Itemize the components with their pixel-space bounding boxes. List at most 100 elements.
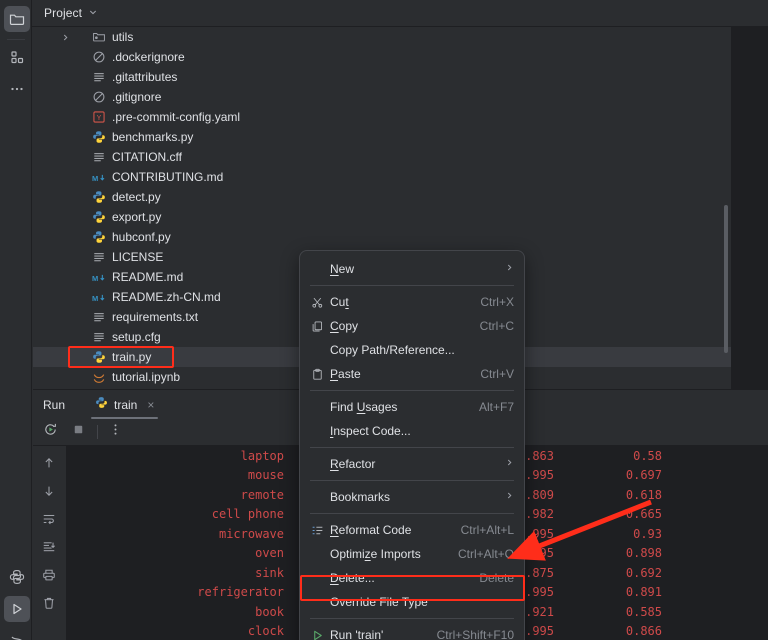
python-icon [9, 569, 25, 585]
tree-item-label: hubconf.py [112, 230, 171, 244]
menu-item-shortcut: Ctrl+Alt+L [460, 523, 514, 537]
tree-item--dockerignore[interactable]: .dockerignore [33, 47, 731, 67]
clipboard-icon [308, 365, 326, 383]
context-menu[interactable]: New Cut Ctrl+X Copy Ctrl+C Copy Path/Referenc… [299, 250, 525, 640]
chevron-down-icon[interactable] [88, 4, 98, 22]
menu-item-refactor[interactable]: Refactor [300, 452, 524, 476]
menu-item-reformat-code[interactable]: Reformat Code Ctrl+Alt+L [300, 518, 524, 542]
tree-item-label: .dockerignore [112, 50, 185, 64]
clear-all-button[interactable] [37, 592, 61, 618]
next-occurrence-button[interactable] [37, 480, 61, 506]
rail-item-project[interactable] [4, 6, 30, 32]
rerun-button[interactable] [39, 421, 61, 443]
previous-occurrence-button[interactable] [37, 452, 61, 478]
tree-item-hubconf-py[interactable]: hubconf.py [33, 227, 731, 247]
activity-rail [0, 0, 32, 640]
console-cell-name: refrigerator [197, 585, 284, 600]
menu-separator [310, 390, 514, 391]
menu-item-copy[interactable]: Copy Ctrl+C [300, 314, 524, 338]
stop-square-icon [71, 422, 86, 442]
python-file-icon [91, 349, 107, 365]
stop-button[interactable] [67, 421, 89, 443]
tree-item-utils[interactable]: utils [33, 27, 731, 47]
text-lines-icon [91, 249, 107, 265]
menu-item-bookmarks[interactable]: Bookmarks [300, 485, 524, 509]
tree-item-label: utils [112, 30, 134, 44]
text-lines-icon [91, 69, 107, 85]
menu-item-delete[interactable]: Delete... Delete [300, 566, 524, 590]
menu-separator [310, 447, 514, 448]
tab-train[interactable]: train × [87, 390, 162, 419]
menu-separator [310, 480, 514, 481]
menu-item-run-train[interactable]: Run 'train' Ctrl+Shift+F10 [300, 623, 524, 640]
folder-icon [9, 11, 25, 27]
menu-item-new[interactable]: New [300, 257, 524, 281]
menu-item-shortcut: Ctrl+V [480, 367, 514, 381]
menu-item-label: Cut [330, 295, 349, 309]
menu-separator [310, 513, 514, 514]
menu-item-shortcut: Ctrl+X [480, 295, 514, 309]
print-button[interactable] [37, 564, 61, 590]
more-options-button[interactable] [104, 421, 126, 443]
console-side-toolbar [33, 446, 65, 640]
python-file-icon [91, 129, 107, 145]
structure-icon [9, 49, 25, 65]
console-cell-name: cell phone [211, 507, 284, 522]
svg-text:M: M [92, 293, 98, 302]
rail-item-run[interactable] [4, 596, 30, 622]
console-cell-name: remote [240, 487, 284, 502]
menu-item-paste[interactable]: Paste Ctrl+V [300, 362, 524, 386]
console-cell-name: laptop [240, 448, 284, 463]
chevron-right-icon[interactable] [61, 27, 70, 47]
menu-item-optimize-imports[interactable]: Optimize Imports Ctrl+Alt+O [300, 542, 524, 566]
tree-item-citation-cff[interactable]: CITATION.cff [33, 147, 731, 167]
run-triangle-icon [9, 601, 25, 617]
rail-item-version-control[interactable] [4, 628, 30, 640]
rail-item-structure[interactable] [4, 44, 30, 70]
menu-item-override-file-type[interactable]: Override File Type [300, 590, 524, 614]
close-icon[interactable]: × [147, 398, 154, 412]
text-lines-icon [91, 309, 107, 325]
tree-item-label: benchmarks.py [112, 130, 194, 144]
python-file-icon [91, 189, 107, 205]
blank-icon [308, 341, 326, 359]
menu-item-inspect-code[interactable]: Inspect Code... [300, 419, 524, 443]
ellipsis-icon [9, 81, 25, 97]
notebook-icon [91, 369, 107, 385]
blank-icon [308, 398, 326, 416]
menu-item-copy-path-reference[interactable]: Copy Path/Reference... [300, 338, 524, 362]
console-cell-name: microwave [218, 526, 284, 541]
blank-icon [308, 455, 326, 473]
tree-item-label: CONTRIBUTING.md [112, 170, 224, 184]
tree-item-export-py[interactable]: export.py [33, 207, 731, 227]
menu-item-cut[interactable]: Cut Ctrl+X [300, 290, 524, 314]
menu-item-label: Refactor [330, 457, 376, 471]
tree-item-contributing-md[interactable]: M CONTRIBUTING.md [33, 167, 731, 187]
kebab-menu-icon [108, 422, 123, 442]
soft-wrap-button[interactable] [37, 508, 61, 534]
menu-item-label: Reformat Code [330, 523, 412, 537]
menu-item-find-usages[interactable]: Find Usages Alt+F7 [300, 395, 524, 419]
tree-item--gitignore[interactable]: .gitignore [33, 87, 731, 107]
rail-item-more[interactable] [4, 76, 30, 102]
console-cell-name: book [255, 604, 284, 619]
folder-module-icon [91, 29, 107, 45]
project-header: Project [32, 0, 768, 27]
rail-item-python-console[interactable] [4, 564, 30, 590]
blank-icon [308, 422, 326, 440]
tree-scrollbar[interactable] [724, 205, 728, 353]
menu-item-shortcut: Ctrl+Shift+F10 [436, 628, 514, 640]
console-cell-b: 0.692 [625, 565, 662, 580]
menu-item-label: Override File Type [330, 595, 428, 609]
tree-item-benchmarks-py[interactable]: benchmarks.py [33, 127, 731, 147]
tree-item-detect-py[interactable]: detect.py [33, 187, 731, 207]
trash-icon [42, 596, 56, 615]
tree-item-label: README.md [112, 270, 184, 284]
menu-item-shortcut: Delete [479, 571, 514, 585]
tree-item-label: LICENSE [112, 250, 164, 264]
scroll-to-end-button[interactable] [37, 536, 61, 562]
console-cell-name: clock [247, 624, 284, 639]
tree-item--pre-commit-config-yaml[interactable]: Y .pre-commit-config.yaml [33, 107, 731, 127]
tree-item--gitattributes[interactable]: .gitattributes [33, 67, 731, 87]
markdown-icon: M [91, 269, 107, 285]
